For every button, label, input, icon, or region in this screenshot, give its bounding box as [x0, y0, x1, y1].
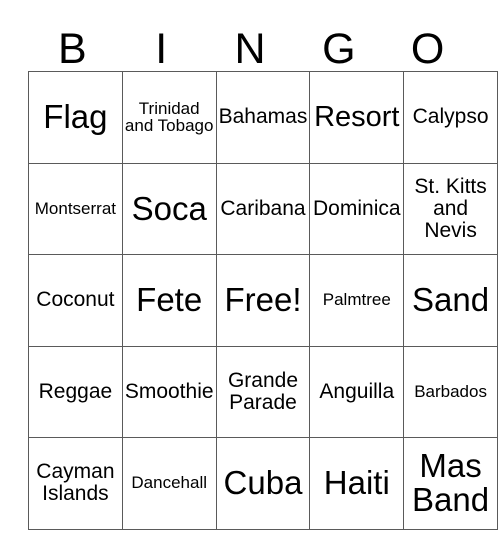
bingo-cell-label: Sand: [412, 281, 490, 319]
bingo-header-letter-o: O: [410, 25, 445, 73]
bingo-row: Coconut Fete Free! Palmtree Sand: [28, 254, 498, 347]
bingo-cell-label: Coconut: [36, 288, 115, 312]
bingo-cell[interactable]: Coconut: [28, 254, 123, 347]
bingo-cell[interactable]: Cuba: [215, 437, 311, 530]
bingo-cell-label: Resort: [314, 101, 400, 134]
bingo-cell[interactable]: Palmtree: [309, 254, 405, 347]
bingo-cell-label: Montserrat: [34, 198, 117, 218]
bingo-cell-label: Reggae: [38, 379, 113, 403]
bingo-cell-label: Mas Band: [412, 446, 490, 519]
bingo-cell-label: Flag: [43, 98, 108, 136]
bingo-cell[interactable]: Calypso: [403, 71, 498, 164]
bingo-row: Cayman Islands Dancehall Cuba Haiti Mas …: [28, 437, 498, 530]
bingo-cell-label: Smoothie: [124, 379, 214, 403]
bingo-cell-label: Trinidad and Tobago: [124, 98, 214, 136]
bingo-cell[interactable]: Grande Parade: [215, 345, 311, 438]
bingo-cell-label: Cuba: [223, 464, 303, 502]
bingo-cell[interactable]: Smoothie: [121, 345, 217, 438]
bingo-cell[interactable]: Dominica: [309, 162, 405, 255]
bingo-cell-free[interactable]: Free!: [215, 254, 311, 347]
bingo-cell[interactable]: Anguilla: [309, 345, 405, 438]
bingo-cell-label: Barbados: [414, 381, 487, 401]
bingo-cell-label: Grande Parade: [227, 368, 299, 414]
bingo-cell-label: Calypso: [412, 105, 489, 129]
bingo-cell-label: Bahamas: [218, 105, 308, 129]
bingo-header-letter-n: N: [234, 25, 266, 73]
bingo-cell-label: Haiti: [323, 464, 390, 502]
bingo-header-letter-g: G: [322, 25, 356, 73]
bingo-cell[interactable]: Fete: [121, 254, 217, 347]
bingo-grid: Flag Trinidad and Tobago Bahamas Resort …: [28, 71, 498, 530]
bingo-header-letter-i: I: [155, 25, 168, 73]
bingo-cell[interactable]: Montserrat: [28, 162, 123, 255]
bingo-cell-label: Soca: [131, 189, 207, 227]
bingo-card: B I N G O Flag Trinidad and Tobago Baham…: [28, 14, 498, 530]
bingo-cell[interactable]: Mas Band: [403, 437, 498, 530]
bingo-cell[interactable]: Soca: [121, 162, 217, 255]
bingo-free-space-label: Free!: [224, 281, 302, 319]
bingo-cell[interactable]: Bahamas: [215, 71, 311, 164]
bingo-cell[interactable]: Haiti: [309, 437, 405, 530]
bingo-cell-label: Palmtree: [322, 290, 391, 310]
bingo-cell-label: Dancehall: [131, 473, 207, 493]
bingo-cell-label: St. Kitts and Nevis: [414, 175, 487, 242]
bingo-header-letter-b: B: [58, 25, 87, 73]
bingo-cell[interactable]: Sand: [403, 254, 498, 347]
bingo-cell[interactable]: Caribana: [215, 162, 311, 255]
bingo-cell[interactable]: Flag: [28, 71, 123, 164]
bingo-cell[interactable]: Cayman Islands: [28, 437, 123, 530]
bingo-row: Flag Trinidad and Tobago Bahamas Resort …: [28, 71, 498, 164]
bingo-cell-label: Caribana: [220, 196, 306, 220]
bingo-cell[interactable]: Barbados: [403, 345, 498, 438]
bingo-row: Reggae Smoothie Grande Parade Anguilla B…: [28, 345, 498, 438]
bingo-row: Montserrat Soca Caribana Dominica St. Ki…: [28, 162, 498, 255]
bingo-cell[interactable]: Dancehall: [121, 437, 217, 530]
bingo-cell-label: Cayman Islands: [36, 460, 115, 506]
bingo-cell[interactable]: Trinidad and Tobago: [121, 71, 217, 164]
bingo-cell-label: Fete: [136, 281, 203, 319]
bingo-cell[interactable]: Resort: [309, 71, 405, 164]
bingo-header-row: B I N G O: [28, 14, 472, 71]
bingo-cell-label: Anguilla: [319, 379, 395, 403]
bingo-cell-label: Dominica: [313, 196, 401, 220]
bingo-cell[interactable]: St. Kitts and Nevis: [403, 162, 498, 255]
bingo-cell[interactable]: Reggae: [28, 345, 123, 438]
